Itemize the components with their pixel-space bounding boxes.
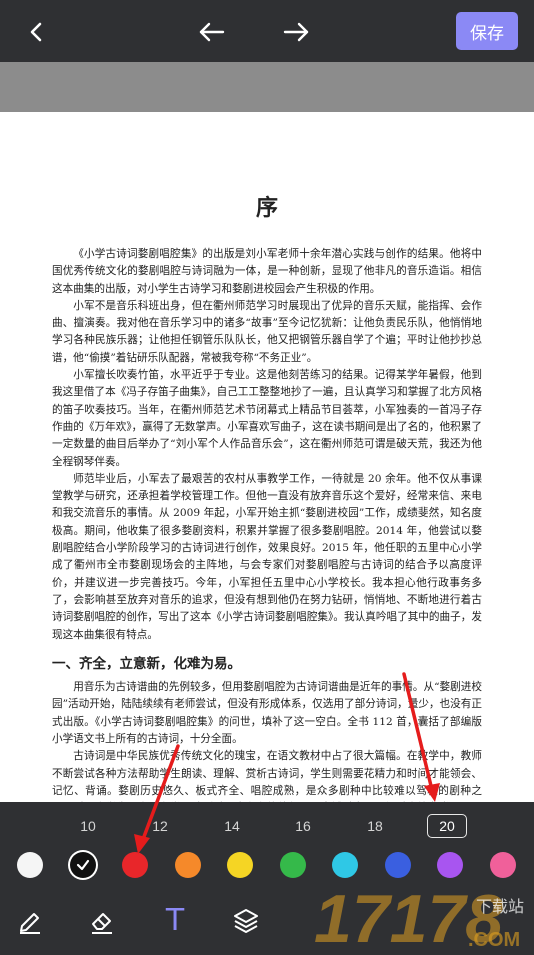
paragraph: 师范毕业后，小军去了最艰苦的农村从事教学工作，一待就是 20 余年。他不仅从事课… (52, 472, 482, 641)
top-toolbar: 保存 (0, 0, 534, 62)
color-swatch-blue[interactable] (385, 852, 411, 878)
undo-button[interactable] (190, 10, 234, 54)
chevron-left-icon (30, 22, 42, 42)
color-swatch-purple[interactable] (437, 852, 463, 878)
document-body: 《小学古诗词婺剧唱腔集》的出版是刘小军老师十余年潜心实践与创作的结果。他将中国优… (52, 246, 482, 802)
paragraph: 《小学古诗词婺剧唱腔集》的出版是刘小军老师十余年潜心实践与创作的结果。他将中国优… (52, 248, 482, 295)
arrow-left-icon (199, 22, 225, 42)
paragraph: 小军不是音乐科班出身，但在衢州师范学习时展现出了优异的音乐天赋，能指挥、会作曲、… (52, 299, 482, 364)
color-swatch-black[interactable] (70, 852, 96, 878)
color-swatch-white[interactable] (17, 852, 43, 878)
font-size-selector: 10 12 14 16 18 20 (0, 802, 534, 848)
text-icon: T (165, 902, 185, 938)
watermark-logo-graphic: 17178 下载站 .COM (314, 881, 524, 955)
color-swatch-green[interactable] (280, 852, 306, 878)
paragraph: 用音乐为古诗谱曲的先例较多，但用婺剧唱腔为古诗词谱曲是近年的事情。从“婺剧进校园… (52, 681, 482, 746)
page-title: 序 (255, 195, 278, 221)
redo-button[interactable] (274, 10, 318, 54)
layers-icon (234, 909, 258, 933)
color-swatch-orange[interactable] (175, 852, 201, 878)
color-swatch-pink[interactable] (490, 852, 516, 878)
pen-icon (20, 913, 40, 934)
save-button[interactable]: 保存 (456, 12, 518, 50)
eraser-tool-button[interactable] (84, 902, 120, 938)
pen-tool-button[interactable] (12, 902, 48, 938)
back-button[interactable] (14, 10, 58, 54)
size-option-20[interactable]: 20 (427, 814, 467, 838)
checkmark-icon (76, 859, 90, 871)
layers-tool-button[interactable] (228, 902, 264, 938)
size-option-10[interactable]: 10 (68, 814, 108, 838)
size-option-18[interactable]: 18 (355, 814, 395, 838)
color-swatch-yellow[interactable] (227, 852, 253, 878)
watermark-logo: 17178 下载站 .COM (310, 880, 534, 955)
color-swatch-red[interactable] (122, 852, 148, 878)
size-option-14[interactable]: 14 (212, 814, 252, 838)
svg-text:.COM: .COM (468, 929, 520, 950)
document-page[interactable]: 序 《小学古诗词婺剧唱腔集》的出版是刘小军老师十余年潜心实践与创作的结果。他将中… (0, 112, 534, 802)
paragraph: 古诗词是中华民族优秀传统文化的瑰宝，在语文教材中占了很大篇幅。在教学中，教师不断… (52, 750, 482, 797)
eraser-icon (92, 913, 112, 934)
canvas-margin (0, 62, 534, 112)
section-heading: 一、齐全，立意新，化难为易。 (52, 655, 241, 672)
arrow-right-icon (283, 22, 309, 42)
size-option-12[interactable]: 12 (140, 814, 180, 838)
color-swatch-cyan[interactable] (332, 852, 358, 878)
svg-text:下载站: 下载站 (476, 898, 524, 916)
text-tool-button[interactable]: T (157, 902, 193, 938)
size-option-16[interactable]: 16 (283, 814, 323, 838)
paragraph: 小军擅长吹奏竹笛，水平近乎于专业。这是他刻苦练习的结果。记得某学年暑假，他到我这… (52, 369, 482, 468)
